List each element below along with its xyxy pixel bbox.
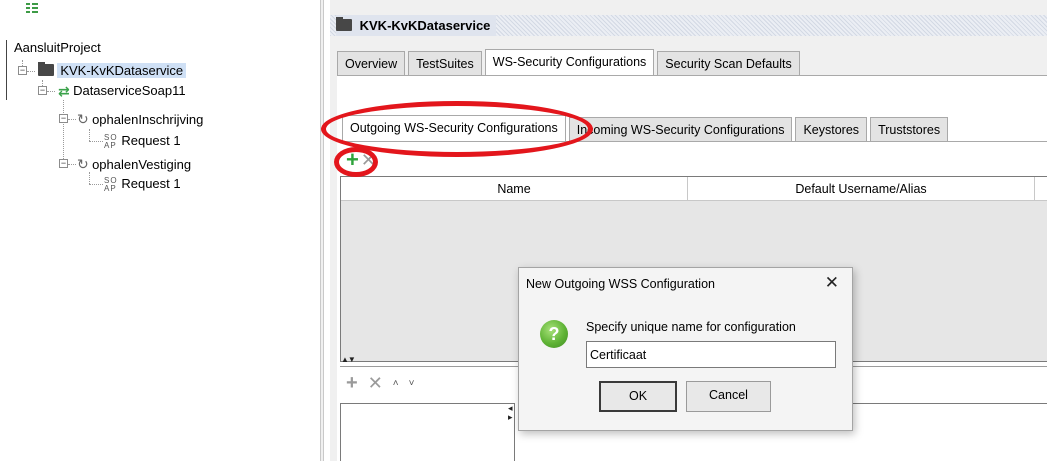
- window-title: KVK-KvKDataservice: [359, 18, 491, 33]
- tab-ws-security[interactable]: WS-Security Configurations: [484, 49, 655, 75]
- tree-project-label: AansluitProject: [14, 40, 101, 55]
- dialog-message: Specify unique name for configuration: [586, 320, 796, 334]
- new-config-dialog: New Outgoing WSS Configuration ✕ ? Speci…: [518, 267, 853, 431]
- question-icon: ?: [540, 320, 568, 348]
- tab-truststores[interactable]: Truststores: [870, 117, 949, 141]
- project-folder-icon: [336, 17, 352, 31]
- dialog-title: New Outgoing WSS Configuration: [526, 277, 715, 291]
- tree-item-request[interactable]: SO AP Request 1: [104, 174, 181, 194]
- main-tab-bar: Overview TestSuites WS-Security Configur…: [337, 49, 803, 75]
- tree-item-operation[interactable]: ↻ ophalenInschrijving: [77, 109, 203, 129]
- collapse-toggle[interactable]: −: [59, 159, 68, 168]
- tab-bar-line: [337, 75, 1047, 76]
- close-icon[interactable]: ✕: [825, 274, 839, 291]
- tree-item-request[interactable]: SO AP Request 1: [104, 131, 181, 151]
- add-entry-icon[interactable]: +: [346, 372, 358, 395]
- collapse-toggle[interactable]: −: [59, 114, 68, 123]
- operation-icon: ↻: [77, 111, 89, 127]
- tree-item-label: Request 1: [121, 176, 181, 191]
- tab-testsuites[interactable]: TestSuites: [408, 51, 482, 75]
- sub-tab-bar-line: [340, 141, 1047, 142]
- collapse-toggle[interactable]: −: [18, 66, 27, 75]
- split-divider[interactable]: [320, 0, 324, 461]
- config-name-input[interactable]: [586, 341, 836, 368]
- tree-view-icon[interactable]: [26, 3, 38, 13]
- tree-item-service[interactable]: KVK-KvKDataservice: [38, 61, 187, 81]
- tree-item-label: ophalenVestiging: [92, 157, 192, 172]
- tree-item-label: KVK-KvKDataservice: [57, 63, 187, 78]
- tree-item-label: ophalenInschrijving: [92, 112, 204, 127]
- move-down-icon[interactable]: ˅: [409, 378, 415, 389]
- tab-keystores[interactable]: Keystores: [795, 117, 868, 141]
- sub-tab-bar: Outgoing WS-Security Configurations Inco…: [342, 115, 951, 141]
- panel-edge: [6, 40, 7, 100]
- tree-item-interface[interactable]: ⇄ DataserviceSoap11: [58, 81, 186, 101]
- configurations-toolbar: + ✕: [346, 148, 376, 172]
- collapse-arrows-icon[interactable]: ◂ ▸: [508, 404, 517, 422]
- entries-toolbar: + ✕ ˄ ˅: [346, 372, 424, 394]
- column-header-name[interactable]: Name: [341, 177, 688, 201]
- remove-icon[interactable]: ✕: [361, 151, 376, 169]
- soap-request-icon: SO AP: [104, 175, 118, 193]
- column-header-alias[interactable]: Default Username/Alias: [688, 177, 1035, 201]
- tab-security-scan-defaults[interactable]: Security Scan Defaults: [657, 51, 800, 75]
- cancel-button[interactable]: Cancel: [686, 381, 771, 412]
- move-up-icon[interactable]: ˄: [393, 378, 399, 389]
- operation-icon: ↻: [77, 156, 89, 172]
- entries-list[interactable]: [340, 403, 515, 461]
- tree-project-node[interactable]: AansluitProject: [14, 38, 101, 58]
- ok-button[interactable]: OK: [599, 381, 677, 412]
- tab-outgoing[interactable]: Outgoing WS-Security Configurations: [342, 115, 566, 141]
- soap-request-icon: SO AP: [104, 132, 118, 150]
- table-header: Name Default Username/Alias: [341, 177, 1047, 201]
- collapse-toggle[interactable]: −: [38, 86, 47, 95]
- split-arrows-icon[interactable]: ▲▼: [341, 356, 356, 364]
- window-title-bar[interactable]: KVK-KvKDataservice: [330, 15, 1047, 36]
- tab-incoming[interactable]: Incoming WS-Security Configurations: [568, 117, 793, 141]
- tree-item-label: DataserviceSoap11: [73, 83, 186, 98]
- tab-overview[interactable]: Overview: [337, 51, 406, 75]
- remove-entry-icon[interactable]: ✕: [368, 373, 383, 394]
- add-icon[interactable]: +: [346, 149, 359, 171]
- interface-icon: ⇄: [58, 83, 70, 99]
- tree-item-label: Request 1: [121, 133, 181, 148]
- project-folder-icon: [38, 62, 54, 76]
- navigator-panel: AansluitProject − KVK-KvKDataservice − ⇄…: [0, 0, 318, 461]
- tree-item-operation[interactable]: ↻ ophalenVestiging: [77, 154, 191, 174]
